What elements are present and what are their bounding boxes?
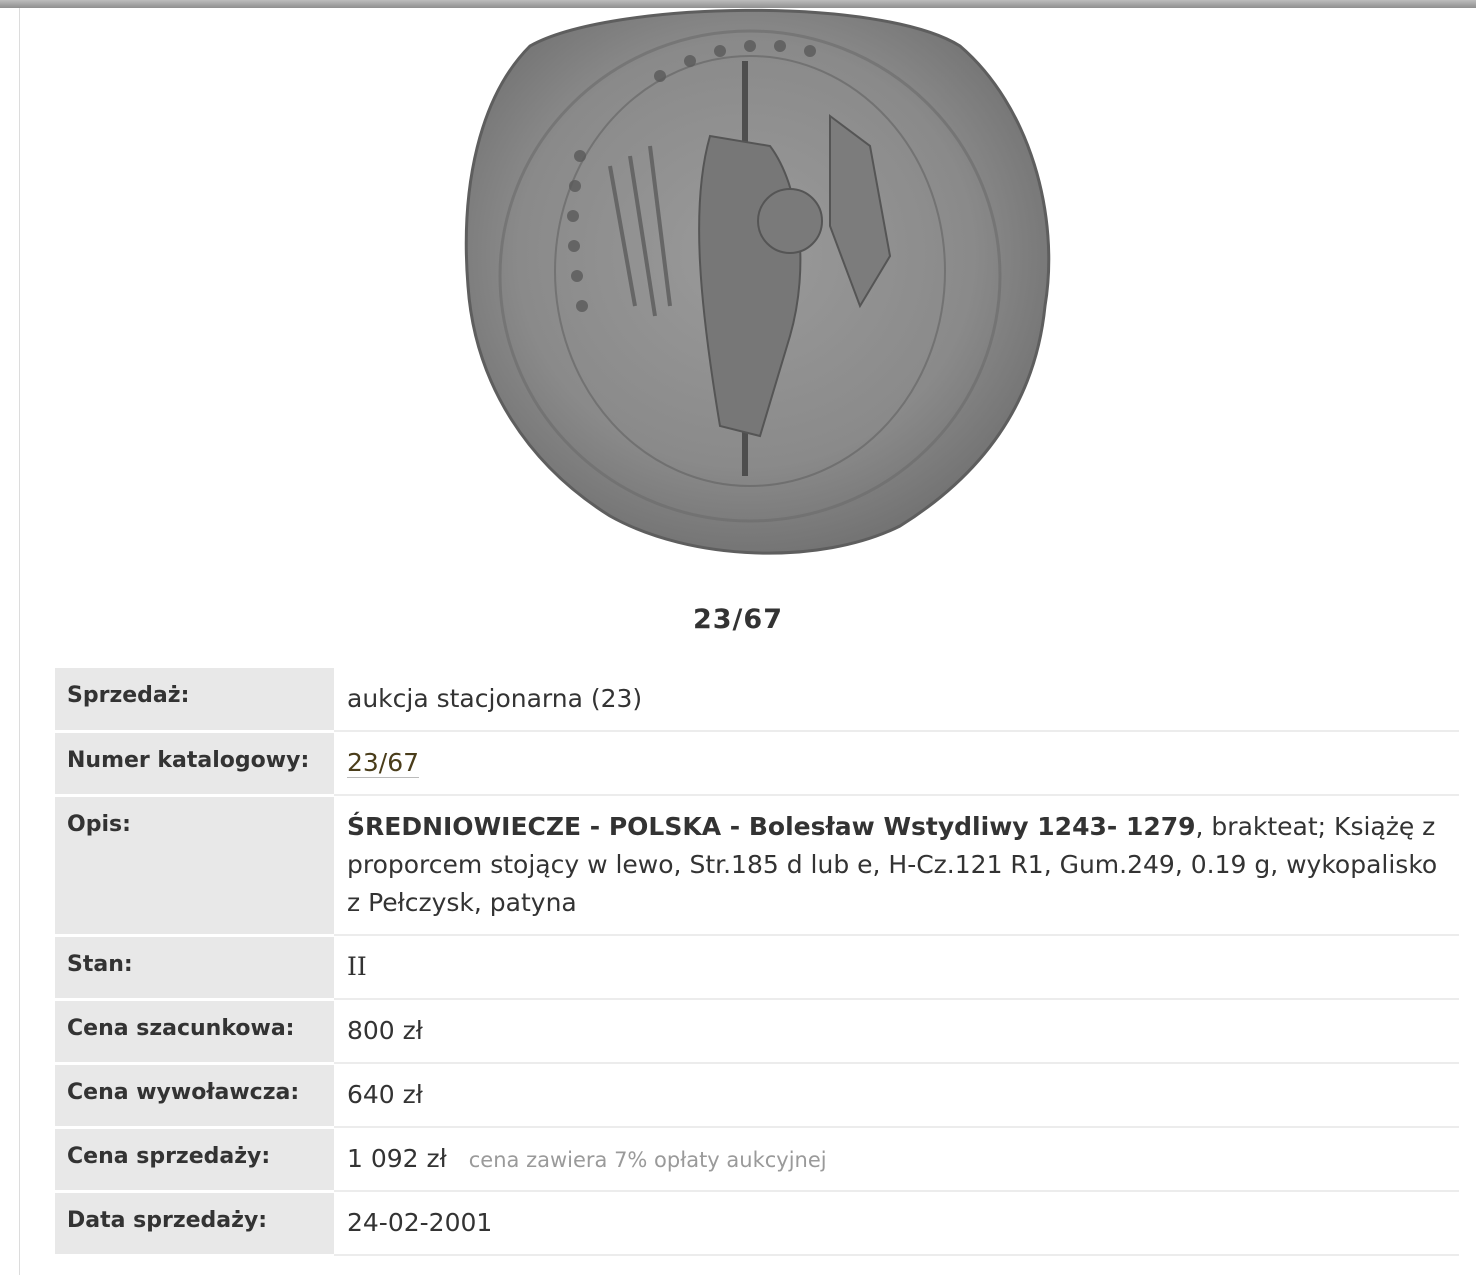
table-row: Cena sprzedaży: 1 092 zł cena zawiera 7% … (55, 1127, 1459, 1193)
coin-image[interactable] (460, 6, 1055, 558)
sold-price-cell: 1 092 zł cena zawiera 7% opłaty aukcyjnej (334, 1127, 1459, 1192)
condition-label: Stan: (55, 935, 334, 1001)
sold-price-label: Cena sprzedaży: (55, 1127, 334, 1193)
table-row: Data sprzedaży: 24-02-2001 (55, 1191, 1459, 1257)
left-border (19, 8, 20, 1275)
catalog-number-link[interactable]: 23/67 (347, 748, 420, 778)
table-row: Sprzedaż: aukcja stacjonarna (23) (55, 668, 1459, 733)
coin-bracteate-image (464, 8, 1051, 555)
sale-label: Sprzedaż: (55, 668, 334, 733)
starting-price-label: Cena wywoławcza: (55, 1063, 334, 1129)
description-label: Opis: (55, 795, 334, 937)
condition-value: II (334, 935, 1459, 1000)
table-row: Numer katalogowy: 23/67 (55, 731, 1459, 797)
table-row: Cena szacunkowa: 800 zł (55, 999, 1459, 1065)
lot-number-caption: 23/67 (692, 604, 783, 635)
table-row: Cena wywoławcza: 640 zł (55, 1063, 1459, 1129)
table-row: Opis: ŚREDNIOWIECZE - POLSKA - Bolesław … (55, 795, 1459, 937)
estimate-price-label: Cena szacunkowa: (55, 999, 334, 1065)
sale-value: aukcja stacjonarna (23) (334, 668, 1459, 732)
sold-price-value: 1 092 zł (347, 1144, 447, 1173)
estimate-price-value: 800 zł (334, 999, 1459, 1064)
table-row: Stan: II (55, 935, 1459, 1001)
fee-note: cena zawiera 7% opłaty aukcyjnej (468, 1148, 827, 1172)
description-value: ŚREDNIOWIECZE - POLSKA - Bolesław Wstydl… (334, 795, 1459, 936)
sale-date-label: Data sprzedaży: (55, 1191, 334, 1257)
lot-details-table: Sprzedaż: aukcja stacjonarna (23) Numer … (55, 668, 1459, 1257)
starting-price-value: 640 zł (334, 1063, 1459, 1128)
catalog-number-label: Numer katalogowy: (55, 731, 334, 797)
description-title: ŚREDNIOWIECZE - POLSKA - Bolesław Wstydl… (347, 812, 1196, 841)
sale-date-value: 24-02-2001 (334, 1191, 1459, 1256)
